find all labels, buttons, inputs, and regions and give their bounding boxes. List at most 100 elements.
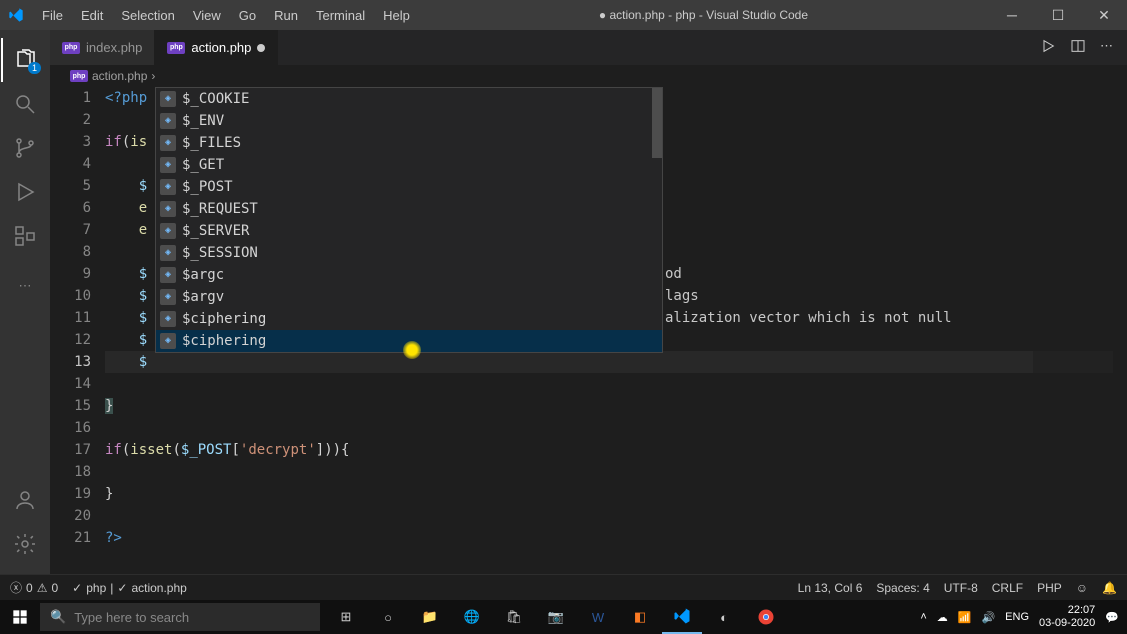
activity-debug[interactable] bbox=[1, 170, 49, 214]
taskbar-app-store[interactable]: 🛍 bbox=[494, 600, 534, 634]
taskbar-app-xampp[interactable]: ◧ bbox=[620, 600, 660, 634]
check-icon: ✓ bbox=[117, 581, 127, 595]
menu-terminal[interactable]: Terminal bbox=[308, 4, 373, 27]
error-icon: ⓧ bbox=[10, 579, 22, 596]
tray-network-icon[interactable]: 📶 bbox=[958, 611, 972, 624]
variable-icon: ◈ bbox=[160, 135, 176, 151]
tab-label: index.php bbox=[86, 40, 142, 55]
editor-actions: ⋯ bbox=[1040, 38, 1127, 57]
doc-hint: od lags alization vector which is not nu… bbox=[665, 263, 952, 329]
status-language[interactable]: PHP bbox=[1037, 581, 1062, 595]
ac-item-files[interactable]: ◈$_FILES bbox=[156, 132, 662, 154]
variable-icon: ◈ bbox=[160, 289, 176, 305]
run-icon[interactable] bbox=[1040, 38, 1056, 57]
ac-item-server[interactable]: ◈$_SERVER bbox=[156, 220, 662, 242]
mouse-cursor-indicator bbox=[403, 341, 421, 359]
activity-bar: 1 ⋯ bbox=[0, 30, 50, 574]
status-eol[interactable]: CRLF bbox=[992, 581, 1023, 595]
activity-more[interactable]: ⋯ bbox=[1, 264, 49, 308]
editor-scrollbar[interactable] bbox=[1113, 87, 1127, 574]
ac-item-get[interactable]: ◈$_GET bbox=[156, 154, 662, 176]
window-controls: ─ ☐ ✕ bbox=[989, 0, 1127, 30]
status-feedback[interactable]: ☺ bbox=[1076, 581, 1088, 595]
close-button[interactable]: ✕ bbox=[1081, 0, 1127, 30]
status-spaces[interactable]: Spaces: 4 bbox=[876, 581, 929, 595]
branch-icon bbox=[13, 136, 37, 160]
ac-item-request[interactable]: ◈$_REQUEST bbox=[156, 198, 662, 220]
taskbar-app-word[interactable]: W bbox=[578, 600, 618, 634]
more-actions-icon[interactable]: ⋯ bbox=[1100, 38, 1113, 57]
activity-explorer[interactable]: 1 bbox=[1, 38, 49, 82]
status-lang-server[interactable]: ✓php | ✓action.php bbox=[72, 581, 187, 595]
status-ln-col[interactable]: Ln 13, Col 6 bbox=[798, 581, 863, 595]
ellipsis-icon: ⋯ bbox=[19, 278, 32, 294]
gear-icon bbox=[13, 532, 37, 556]
tab-action-php[interactable]: php action.php bbox=[155, 30, 278, 65]
activity-extensions[interactable] bbox=[1, 214, 49, 258]
smiley-icon: ☺ bbox=[1076, 581, 1088, 595]
taskbar-app-eclipse[interactable]: ◐ bbox=[704, 600, 744, 634]
menu-run[interactable]: Run bbox=[266, 4, 306, 27]
tray-clock[interactable]: 22:07 03-09-2020 bbox=[1039, 604, 1095, 630]
menu-bar: File Edit Selection View Go Run Terminal… bbox=[34, 4, 418, 27]
split-editor-icon[interactable] bbox=[1070, 38, 1086, 57]
ac-item-post[interactable]: ◈$_POST bbox=[156, 176, 662, 198]
chevron-right-icon: › bbox=[151, 69, 155, 83]
tray-language-icon[interactable]: ENG bbox=[1005, 611, 1029, 623]
variable-icon: ◈ bbox=[160, 245, 176, 261]
debug-icon bbox=[13, 180, 37, 204]
taskbar-app-vscode[interactable] bbox=[662, 600, 702, 634]
php-file-icon: php bbox=[70, 70, 88, 82]
menu-file[interactable]: File bbox=[34, 4, 71, 27]
activity-settings[interactable] bbox=[1, 522, 49, 566]
menu-edit[interactable]: Edit bbox=[73, 4, 111, 27]
autocomplete-scrollbar[interactable] bbox=[652, 88, 662, 158]
tray-notifications-icon[interactable]: 💬 bbox=[1105, 611, 1119, 624]
taskbar-app-browser[interactable]: 🌐 bbox=[452, 600, 492, 634]
activity-scm[interactable] bbox=[1, 126, 49, 170]
variable-icon: ◈ bbox=[160, 311, 176, 327]
breadcrumb-file: action.php bbox=[92, 69, 147, 83]
tray-onedrive-icon[interactable]: ☁ bbox=[937, 611, 948, 624]
minimap[interactable] bbox=[1033, 87, 1113, 574]
ac-item-argv[interactable]: ◈$argv bbox=[156, 286, 662, 308]
taskview-icon[interactable]: ⊞ bbox=[326, 600, 366, 634]
autocomplete-popup[interactable]: ◈$_COOKIE ◈$_ENV ◈$_FILES ◈$_GET ◈$_POST… bbox=[155, 87, 663, 353]
ac-item-env[interactable]: ◈$_ENV bbox=[156, 110, 662, 132]
status-encoding[interactable]: UTF-8 bbox=[944, 581, 978, 595]
status-notifications[interactable]: 🔔 bbox=[1102, 581, 1117, 595]
breadcrumb[interactable]: php action.php › bbox=[50, 65, 1127, 87]
menu-help[interactable]: Help bbox=[375, 4, 418, 27]
ac-item-ciphering1[interactable]: ◈$ciphering bbox=[156, 308, 662, 330]
minimize-button[interactable]: ─ bbox=[989, 0, 1035, 30]
taskbar-app-cortana[interactable]: ○ bbox=[368, 600, 408, 634]
code-area[interactable]: <?php if(is $ e e $ $ $ $ $ } if(isset($… bbox=[105, 87, 1127, 574]
menu-view[interactable]: View bbox=[185, 4, 229, 27]
statusbar: ⓧ0 ⚠0 ✓php | ✓action.php Ln 13, Col 6 Sp… bbox=[0, 574, 1127, 600]
taskbar-search[interactable]: 🔍 Type here to search bbox=[40, 603, 320, 631]
start-button[interactable] bbox=[0, 600, 40, 634]
activity-account[interactable] bbox=[1, 478, 49, 522]
maximize-button[interactable]: ☐ bbox=[1035, 0, 1081, 30]
tray-chevron-up-icon[interactable]: ˄ bbox=[920, 611, 926, 623]
activity-search[interactable] bbox=[1, 82, 49, 126]
account-icon bbox=[13, 488, 37, 512]
tray-volume-icon[interactable]: 🔊 bbox=[981, 611, 995, 624]
taskbar-pinned-apps: ⊞ ○ 📁 🌐 🛍 📷 W ◧ ◐ bbox=[326, 600, 786, 634]
status-problems[interactable]: ⓧ0 ⚠0 bbox=[10, 579, 58, 596]
tab-label: action.php bbox=[191, 40, 251, 55]
taskbar-app-camera[interactable]: 📷 bbox=[536, 600, 576, 634]
ac-item-argc[interactable]: ◈$argc bbox=[156, 264, 662, 286]
tab-index-php[interactable]: php index.php bbox=[50, 30, 155, 65]
editor[interactable]: 1 2 3 4 5 6 7 8 9 10 11 12 13 14 15 16 1… bbox=[50, 87, 1127, 574]
menu-go[interactable]: Go bbox=[231, 4, 264, 27]
variable-icon: ◈ bbox=[160, 201, 176, 217]
taskbar-app-chrome[interactable] bbox=[746, 600, 786, 634]
php-file-icon: php bbox=[167, 42, 185, 54]
search-icon: 🔍 bbox=[50, 609, 66, 625]
ac-item-cookie[interactable]: ◈$_COOKIE bbox=[156, 88, 662, 110]
taskbar-app-explorer[interactable]: 📁 bbox=[410, 600, 450, 634]
variable-icon: ◈ bbox=[160, 157, 176, 173]
menu-selection[interactable]: Selection bbox=[113, 4, 182, 27]
ac-item-session[interactable]: ◈$_SESSION bbox=[156, 242, 662, 264]
